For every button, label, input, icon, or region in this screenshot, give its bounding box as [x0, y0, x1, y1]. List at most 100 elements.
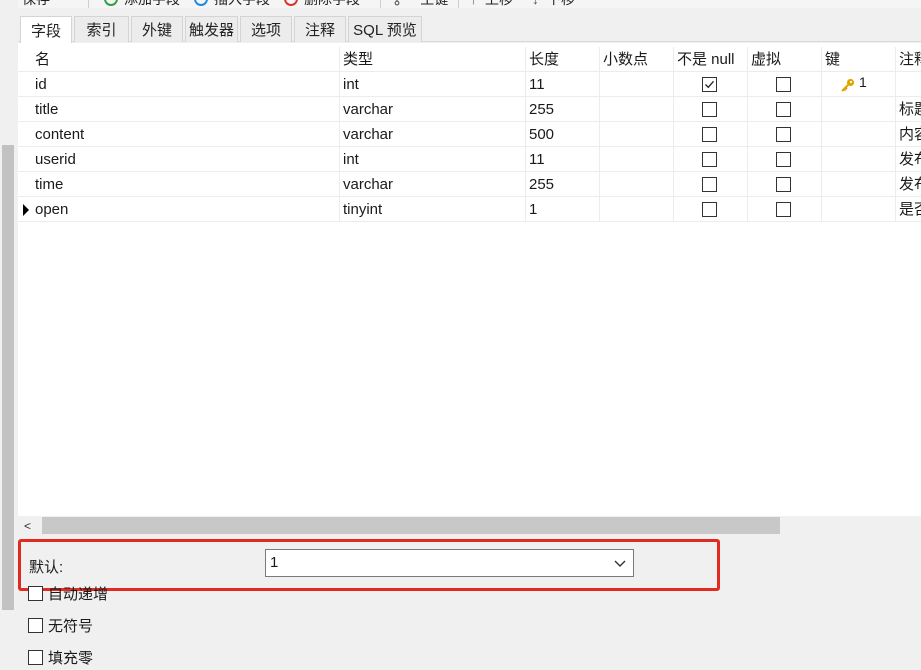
checkbox-unchecked[interactable] [776, 102, 791, 117]
checkbox-unchecked[interactable] [776, 177, 791, 192]
left-scrollbar[interactable] [0, 0, 18, 670]
default-value-select[interactable]: 1 [265, 549, 634, 577]
add-field-button[interactable]: 添加字段 [104, 0, 180, 8]
cell-name[interactable]: id [32, 72, 340, 97]
horizontal-scrollbar[interactable]: < [18, 516, 921, 534]
cell-not-null[interactable] [674, 197, 748, 222]
left-scrollbar-thumb[interactable] [2, 145, 14, 610]
cell-not-null[interactable] [674, 72, 748, 97]
cell-key[interactable]: 1 [822, 72, 896, 97]
zerofill-checkbox[interactable]: 填充零 [28, 647, 93, 668]
cell-length[interactable]: 255 [526, 97, 600, 122]
column-header-not-null[interactable]: 不是 null [674, 47, 748, 72]
cell-virtual[interactable] [748, 72, 822, 97]
checkbox-unchecked[interactable] [702, 177, 717, 192]
cell-name[interactable]: title [32, 97, 340, 122]
cell-virtual[interactable] [748, 197, 822, 222]
cell-key[interactable] [822, 172, 896, 197]
cell-length[interactable]: 500 [526, 122, 600, 147]
cell-type[interactable]: int [340, 147, 526, 172]
cell-name[interactable]: userid [32, 147, 340, 172]
scroll-left-icon[interactable]: < [24, 519, 31, 533]
column-header-name[interactable]: 名 [32, 47, 340, 72]
cell-length[interactable]: 255 [526, 172, 600, 197]
horizontal-scrollbar-thumb[interactable] [42, 517, 780, 534]
tab-sql-preview[interactable]: SQL 预览 [348, 16, 422, 42]
checkbox-unchecked[interactable] [702, 102, 717, 117]
cell-type[interactable]: int [340, 72, 526, 97]
table-row[interactable]: titlevarchar255 标题 [18, 97, 921, 122]
current-row-indicator-icon [23, 204, 29, 216]
cell-virtual[interactable] [748, 147, 822, 172]
cell-not-null[interactable] [674, 172, 748, 197]
column-header-type[interactable]: 类型 [340, 47, 526, 72]
tab-triggers[interactable]: 触发器 [185, 16, 238, 42]
table-row[interactable]: contentvarchar500 内容 [18, 122, 921, 147]
cell-key[interactable] [822, 147, 896, 172]
checkbox-checked[interactable] [702, 77, 717, 92]
cell-type[interactable]: varchar [340, 97, 526, 122]
checkbox-unchecked[interactable] [776, 152, 791, 167]
cell-decimals[interactable] [600, 122, 674, 147]
table-row[interactable]: id int 11 1 [18, 72, 921, 97]
delete-field-button[interactable]: 删除字段 [284, 0, 360, 8]
move-up-label: 上移 [485, 0, 513, 9]
cell-type[interactable]: tinyint [340, 197, 526, 222]
checkbox-unchecked[interactable] [702, 127, 717, 142]
cell-decimals[interactable] [600, 197, 674, 222]
cell-key[interactable] [822, 197, 896, 222]
cell-virtual[interactable] [748, 122, 822, 147]
move-up-button[interactable]: ↑ 上移 [470, 0, 513, 8]
cell-name[interactable]: open [32, 197, 340, 222]
cell-not-null[interactable] [674, 97, 748, 122]
unsigned-checkbox[interactable]: 无符号 [28, 615, 93, 636]
cell-length[interactable]: 11 [526, 147, 600, 172]
tab-comment[interactable]: 注释 [294, 16, 346, 42]
cell-key[interactable] [822, 122, 896, 147]
checkbox-unchecked[interactable] [702, 152, 717, 167]
cell-name[interactable]: time [32, 172, 340, 197]
cell-not-null[interactable] [674, 122, 748, 147]
cell-comment[interactable]: 标题 [896, 97, 921, 122]
column-header-decimals[interactable]: 小数点 [600, 47, 674, 72]
cell-key[interactable] [822, 97, 896, 122]
insert-field-button[interactable]: 插入字段 [194, 0, 270, 8]
cell-comment[interactable]: 内容 [896, 122, 921, 147]
checkbox-unchecked[interactable] [776, 202, 791, 217]
cell-decimals[interactable] [600, 147, 674, 172]
tab-options[interactable]: 选项 [240, 16, 292, 42]
checkbox-unchecked[interactable] [776, 77, 791, 92]
table-row[interactable]: opentinyint1 是否 [18, 197, 921, 222]
column-header-comment[interactable]: 注释 [896, 47, 921, 72]
cell-name[interactable]: content [32, 122, 340, 147]
cell-comment[interactable]: 发布 [896, 172, 921, 197]
cell-comment[interactable]: 是否 [896, 197, 921, 222]
cell-virtual[interactable] [748, 97, 822, 122]
save-button[interactable]: 保存 [22, 0, 50, 8]
auto-increment-checkbox[interactable]: 自动递增 [28, 583, 108, 604]
cell-decimals[interactable] [600, 72, 674, 97]
cell-type[interactable]: varchar [340, 122, 526, 147]
column-header-key[interactable]: 键 [822, 47, 896, 72]
table-row[interactable]: useridint11 发布 [18, 147, 921, 172]
cell-length[interactable]: 1 [526, 197, 600, 222]
table-row[interactable]: timevarchar255 发布 [18, 172, 921, 197]
cell-not-null[interactable] [674, 147, 748, 172]
cell-length[interactable]: 11 [526, 72, 600, 97]
cell-virtual[interactable] [748, 172, 822, 197]
cell-comment[interactable]: 发布 [896, 147, 921, 172]
tab-indexes[interactable]: 索引 [74, 16, 129, 42]
cell-type[interactable]: varchar [340, 172, 526, 197]
cell-decimals[interactable] [600, 172, 674, 197]
checkbox-unchecked[interactable] [776, 127, 791, 142]
cell-decimals[interactable] [600, 97, 674, 122]
primary-key-button[interactable]: ⚷ 主键 [392, 0, 448, 8]
tab-foreign-keys[interactable]: 外键 [131, 16, 183, 42]
tab-fields[interactable]: 字段 [20, 16, 72, 43]
move-down-button[interactable]: ↓ 下移 [532, 0, 575, 8]
field-properties-panel: 默认: 1 自动递增 无符号 填充零 [18, 534, 921, 670]
cell-comment[interactable] [896, 72, 921, 97]
checkbox-unchecked[interactable] [702, 202, 717, 217]
column-header-length[interactable]: 长度 [526, 47, 600, 72]
column-header-virtual[interactable]: 虚拟 [748, 47, 822, 72]
